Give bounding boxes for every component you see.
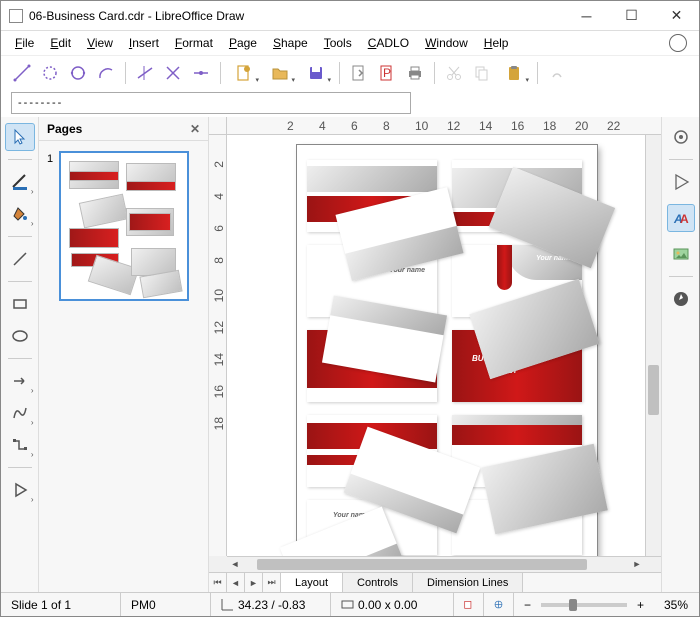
tab-prev-icon[interactable]: ◄ <box>227 573 245 592</box>
tools-sidebar <box>1 117 39 592</box>
right-sidebar: AA <box>661 117 699 592</box>
vertical-ruler[interactable]: 24 68 1012 1416 18 <box>209 135 227 556</box>
menu-cadlo[interactable]: CADLO <box>360 33 417 53</box>
svg-text:A: A <box>680 212 689 226</box>
zoom-value[interactable]: 35% <box>654 593 699 616</box>
menu-tools[interactable]: Tools <box>316 33 360 53</box>
menu-page[interactable]: Page <box>221 33 265 53</box>
status-fit-icon[interactable] <box>484 593 514 616</box>
title-bar: 06-Business Card.cdr - LibreOffice Draw … <box>1 1 699 31</box>
menu-file[interactable]: File <box>7 33 42 53</box>
status-size: 0.00 x 0.00 <box>331 593 454 616</box>
open-button[interactable] <box>263 60 297 86</box>
arrow-tool[interactable] <box>5 367 35 395</box>
snap-icon[interactable] <box>188 60 214 86</box>
horizontal-ruler[interactable]: 24 68 1012 1416 1820 22 <box>227 117 661 135</box>
menu-edit[interactable]: Edit <box>42 33 79 53</box>
toolbar-separator <box>434 62 435 84</box>
minimize-button[interactable]: ─ <box>564 1 609 30</box>
connector-tool[interactable] <box>5 431 35 459</box>
new-button[interactable] <box>227 60 261 86</box>
tab-controls[interactable]: Controls <box>343 573 413 592</box>
circle-3pt-icon[interactable] <box>65 60 91 86</box>
rectangle-tool[interactable] <box>5 290 35 318</box>
main-area: Pages ✕ 1 24 <box>1 117 699 592</box>
tab-layout[interactable]: Layout <box>281 573 343 592</box>
status-bar: Slide 1 of 1 PM0 34.23 / -0.83 0.00 x 0.… <box>1 592 699 616</box>
pages-thumbnails: 1 <box>39 141 208 592</box>
clone-button[interactable] <box>544 60 570 86</box>
svg-text:P: P <box>383 66 391 80</box>
navigator-icon[interactable] <box>667 285 695 313</box>
tab-dimension[interactable]: Dimension Lines <box>413 573 523 592</box>
line-style-combo[interactable] <box>11 92 411 114</box>
toolbar-separator <box>220 62 221 84</box>
window-title: 06-Business Card.cdr - LibreOffice Draw <box>29 9 564 23</box>
menu-format[interactable]: Format <box>167 33 221 53</box>
canvas-area: 24 68 1012 1416 1820 22 24 68 1012 1416 … <box>209 117 661 592</box>
line-tool[interactable] <box>5 245 35 273</box>
main-toolbar: P <box>1 55 699 89</box>
menu-shape[interactable]: Shape <box>265 33 316 53</box>
line-style-bar <box>1 89 699 117</box>
close-button[interactable]: ✕ <box>654 1 699 30</box>
status-signature-icon[interactable] <box>454 593 484 616</box>
pages-panel-header: Pages ✕ <box>39 117 208 141</box>
arc-icon[interactable] <box>93 60 119 86</box>
save-button[interactable] <box>299 60 333 86</box>
toolbar-separator <box>339 62 340 84</box>
tab-next-icon[interactable]: ► <box>245 573 263 592</box>
fill-color-tool[interactable] <box>5 200 35 228</box>
export-pdf-button[interactable]: P <box>374 60 400 86</box>
line-color-tool[interactable] <box>5 168 35 196</box>
status-pm: PM0 <box>121 593 211 616</box>
cut-button[interactable] <box>441 60 467 86</box>
menu-bar: File Edit View Insert Format Page Shape … <box>1 31 699 55</box>
paste-button[interactable] <box>497 60 531 86</box>
status-coords: 34.23 / -0.83 <box>211 593 331 616</box>
circle-2pt-icon[interactable] <box>37 60 63 86</box>
curve-tool[interactable] <box>5 399 35 427</box>
update-icon[interactable] <box>669 34 687 52</box>
page-thumbnail-1[interactable]: 1 <box>59 151 189 301</box>
tab-last-icon[interactable]: ⏭ <box>263 573 281 592</box>
zoom-slider[interactable]: −+ <box>514 593 654 616</box>
drawing-viewport[interactable]: Your name Your name BUSINESS CARDS <box>227 135 645 556</box>
maximize-button[interactable]: ☐ <box>609 1 654 30</box>
menu-view[interactable]: View <box>79 33 121 53</box>
pages-panel-title: Pages <box>47 122 82 136</box>
export-button[interactable] <box>346 60 372 86</box>
drawing-page: Your name Your name BUSINESS CARDS <box>297 145 597 556</box>
select-tool[interactable] <box>5 123 35 151</box>
properties-icon[interactable] <box>667 123 695 151</box>
shapes-icon[interactable] <box>667 168 695 196</box>
extend-icon[interactable] <box>160 60 186 86</box>
toolbar-separator <box>125 62 126 84</box>
menu-window[interactable]: Window <box>417 33 476 53</box>
menu-help[interactable]: Help <box>476 33 517 53</box>
status-slide: Slide 1 of 1 <box>1 593 121 616</box>
print-button[interactable] <box>402 60 428 86</box>
basic-shapes-tool[interactable] <box>5 476 35 504</box>
pages-panel-close-icon[interactable]: ✕ <box>190 122 200 136</box>
vertical-scrollbar[interactable] <box>645 135 661 556</box>
toolbar-separator <box>537 62 538 84</box>
gallery-icon[interactable] <box>667 240 695 268</box>
ellipse-tool[interactable] <box>5 322 35 350</box>
styles-icon[interactable]: AA <box>667 204 695 232</box>
app-icon <box>9 9 23 23</box>
page-tabs: ⏮ ◄ ► ⏭ Layout Controls Dimension Lines <box>209 572 661 592</box>
trim-icon[interactable] <box>132 60 158 86</box>
menu-insert[interactable]: Insert <box>121 33 167 53</box>
page-number: 1 <box>47 153 53 165</box>
copy-button[interactable] <box>469 60 495 86</box>
horizontal-scrollbar[interactable]: ◄ ► <box>227 556 645 572</box>
ruler-corner[interactable] <box>209 117 227 135</box>
tab-first-icon[interactable]: ⏮ <box>209 573 227 592</box>
pages-panel: Pages ✕ 1 <box>39 117 209 592</box>
line-2pt-icon[interactable] <box>9 60 35 86</box>
